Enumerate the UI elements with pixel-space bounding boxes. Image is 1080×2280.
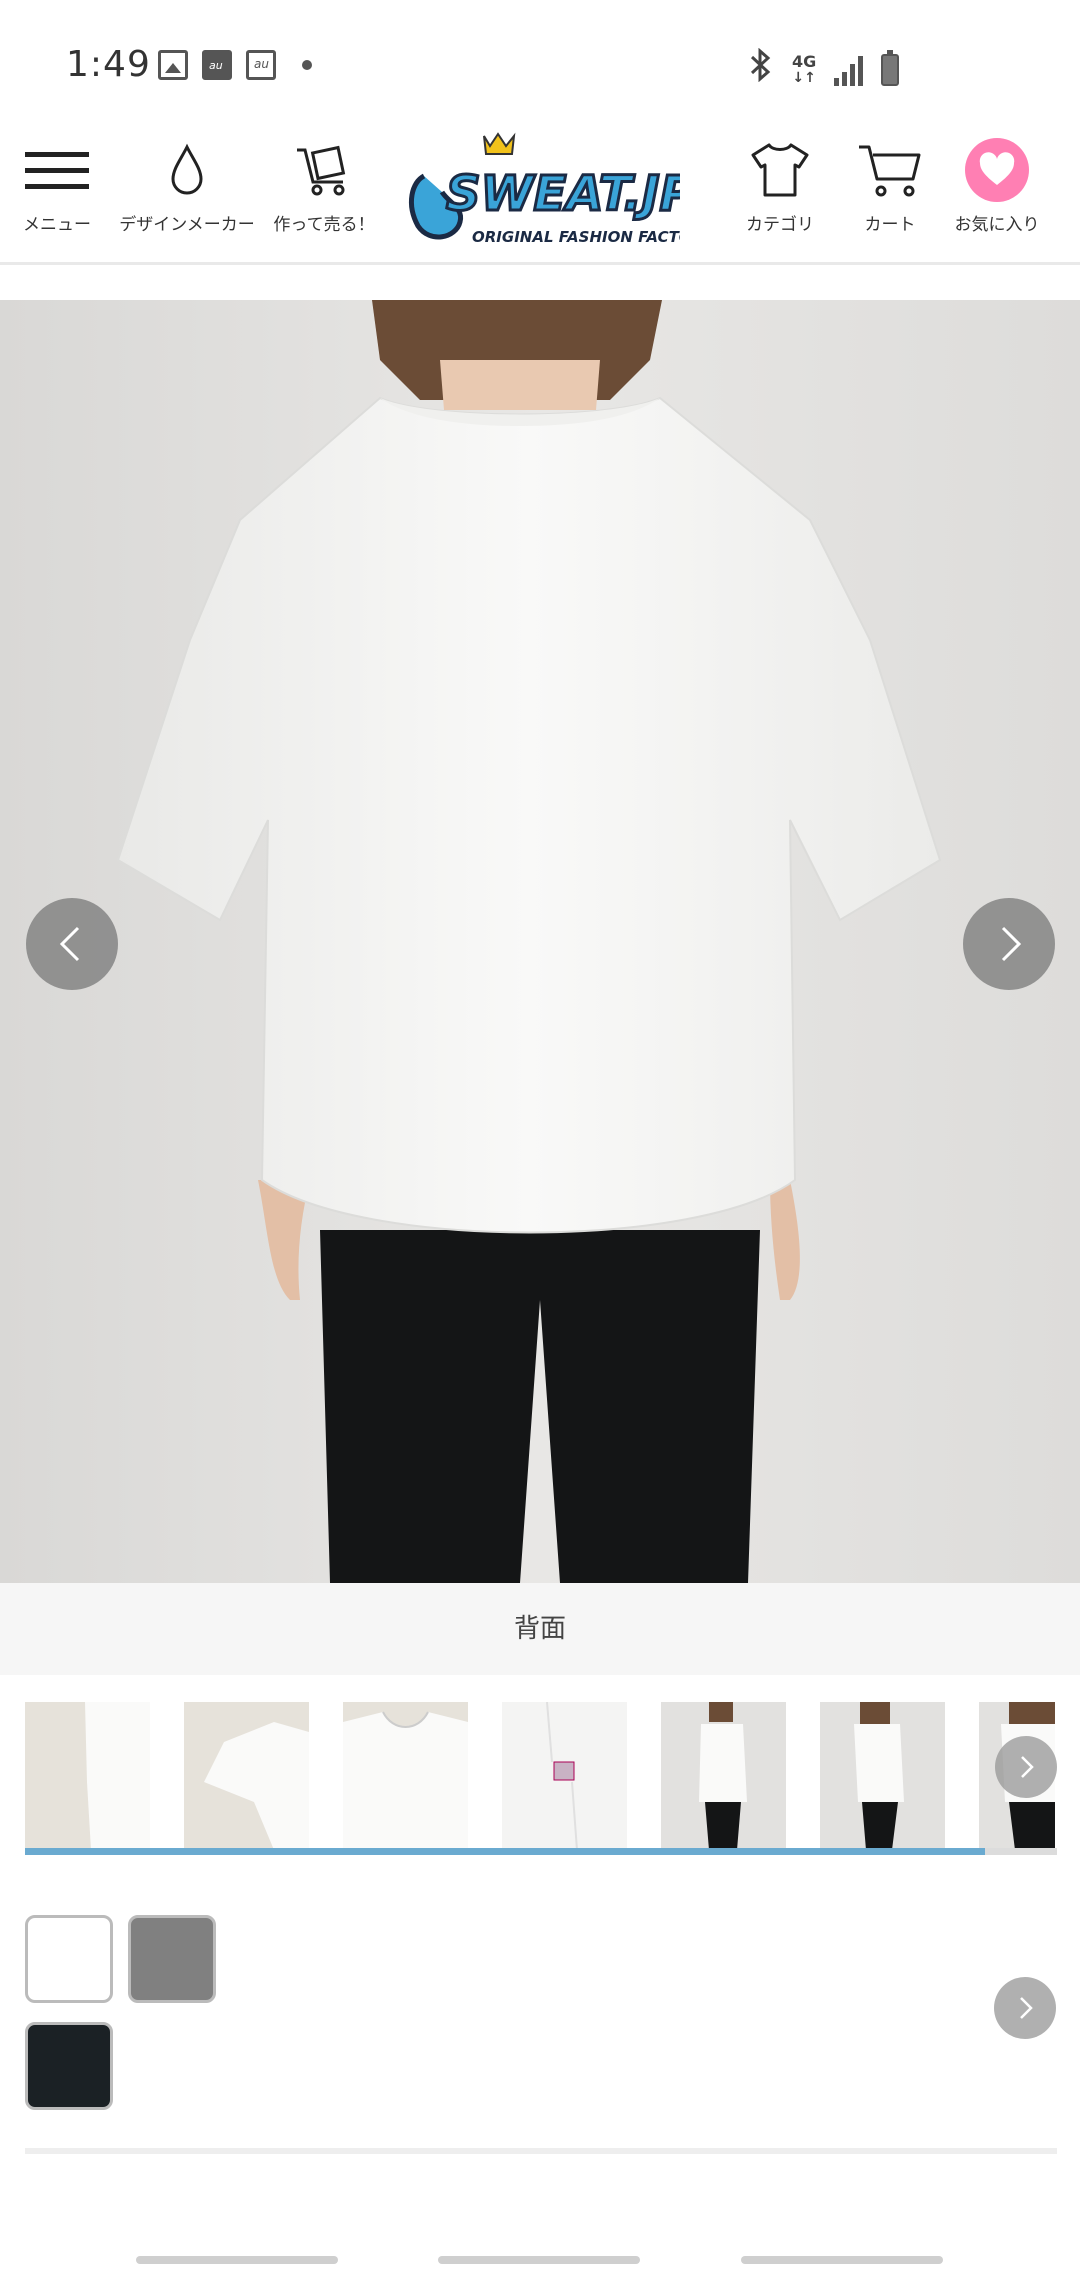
chevron-right-icon [1021, 1756, 1034, 1778]
menu-label: メニュー [23, 215, 91, 235]
tshirt-back-photo [0, 300, 1080, 1583]
more-notifications-icon [302, 60, 312, 70]
favorites-button[interactable]: お気に入り [952, 130, 1042, 265]
thumbnail-image [25, 1702, 150, 1850]
design-maker-button[interactable]: デザインメーカー [119, 130, 255, 265]
gesture-bar [438, 2256, 640, 2264]
cart-button[interactable]: カート [850, 130, 930, 265]
gallery-notification-icon [158, 50, 188, 80]
thumbnail-item[interactable] [502, 1702, 627, 1850]
color-swatch-gray[interactable] [128, 1915, 216, 2003]
favorites-label: お気に入り [954, 215, 1040, 235]
network-label: 4G [792, 51, 817, 71]
menu-icon [25, 130, 89, 210]
thumbnail-item[interactable] [661, 1702, 786, 1850]
network-type-icon: 4G ↓↑ [792, 51, 817, 86]
make-and-sell-label: 作って売る！ [273, 215, 375, 235]
thumbnail-image [343, 1702, 468, 1850]
logo-tagline: ORIGINAL FASHION FACTORY [472, 228, 680, 246]
section-divider [25, 2148, 1057, 2154]
thumbnail-strip [25, 1702, 1055, 1852]
status-time: 1:49 [66, 44, 151, 85]
menu-button[interactable]: メニュー [20, 130, 94, 265]
gesture-bar [136, 2256, 338, 2264]
logo-wordmark: SWEAT.JP [446, 166, 680, 222]
color-swatch-white[interactable] [25, 1915, 113, 2003]
notification-icons [158, 50, 312, 80]
color-swatch-black[interactable] [25, 2022, 113, 2110]
site-logo[interactable]: SWEAT.JP ORIGINAL FASHION FACTORY [402, 130, 715, 255]
chevron-left-icon [59, 926, 80, 962]
system-icons: 4G ↓↑ [748, 47, 900, 91]
cart-icon [857, 130, 923, 210]
cart-box-icon [293, 130, 355, 210]
design-maker-label: デザインメーカー [119, 215, 255, 235]
au-notification-icon [246, 50, 276, 80]
thumbnail-image [184, 1702, 309, 1850]
drop-icon [167, 130, 207, 210]
heart-icon [964, 130, 1030, 210]
thumbnail-image [820, 1702, 945, 1850]
make-and-sell-button[interactable]: 作って売る！ [273, 130, 375, 265]
category-label: カテゴリ [746, 215, 814, 235]
tshirt-icon [749, 130, 811, 210]
thumbnail-item[interactable] [25, 1702, 150, 1850]
bluetooth-icon [748, 47, 774, 91]
cart-label: カート [864, 215, 916, 235]
battery-icon [881, 49, 900, 86]
carousel-next-button[interactable] [963, 898, 1055, 990]
chevron-right-icon [1020, 1997, 1033, 2019]
thumbnail-image [661, 1702, 786, 1850]
thumbnail-scroll-progress [25, 1848, 985, 1855]
gesture-bar [741, 2256, 943, 2264]
signal-icon [834, 54, 864, 86]
thumbnail-scroll-track [985, 1848, 1057, 1855]
category-button[interactable]: カテゴリ [742, 130, 818, 265]
chevron-right-icon [1001, 926, 1022, 962]
site-header: メニュー デザインメーカー 作って売る！ SWEAT.JP ORIGINAL F… [0, 130, 1080, 265]
status-bar: 1:49 4G ↓↑ [0, 0, 1080, 130]
carousel-prev-button[interactable] [26, 898, 118, 990]
mail-notification-icon [202, 50, 232, 80]
swatch-next-button[interactable] [994, 1977, 1056, 2039]
thumbnail-item[interactable] [343, 1702, 468, 1850]
thumbnail-item[interactable] [184, 1702, 309, 1850]
thumbnail-item[interactable] [820, 1702, 945, 1850]
image-caption: 背面 [0, 1583, 1080, 1675]
thumbnail-next-button[interactable] [995, 1736, 1057, 1798]
thumbnail-image [502, 1702, 627, 1850]
product-main-image[interactable] [0, 300, 1080, 1583]
